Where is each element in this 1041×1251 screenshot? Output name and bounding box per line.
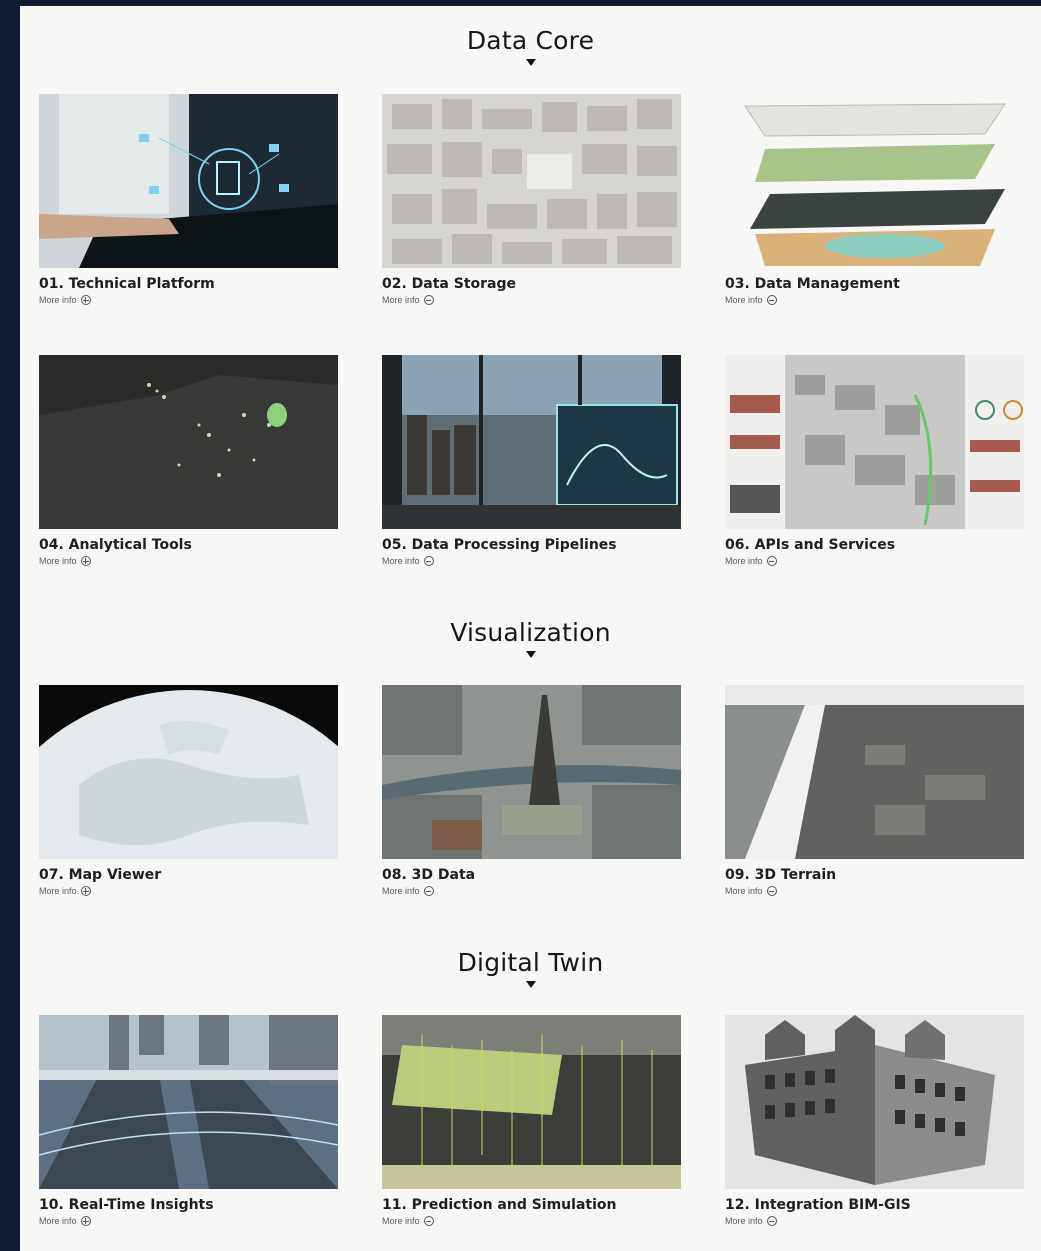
card-title[interactable]: 06. APIs and Services bbox=[725, 537, 1024, 553]
card-data-processing-pipelines[interactable]: 05. Data Processing Pipelines More info bbox=[382, 355, 681, 566]
card-apis-and-services[interactable]: 06. APIs and Services More info bbox=[725, 355, 1024, 566]
more-info-link[interactable]: More info bbox=[382, 886, 434, 896]
arrow-circle-icon bbox=[766, 886, 777, 896]
card-image[interactable] bbox=[39, 1015, 338, 1189]
more-info-label: More info bbox=[39, 886, 77, 896]
section-title-digital-twin: Digital Twin bbox=[457, 948, 604, 977]
chevron-down-icon bbox=[526, 59, 536, 66]
card-real-time-insights[interactable]: 10. Real-Time Insights More info bbox=[39, 1015, 338, 1226]
card-data-storage[interactable]: 02. Data Storage More info bbox=[382, 94, 681, 305]
card-image[interactable] bbox=[39, 685, 338, 859]
card-image[interactable] bbox=[382, 94, 681, 268]
more-info-link[interactable]: More info bbox=[39, 556, 91, 566]
card-image[interactable] bbox=[725, 1015, 1024, 1189]
chevron-down-icon bbox=[526, 651, 536, 658]
more-info-label: More info bbox=[39, 1216, 77, 1226]
plus-circle-icon bbox=[80, 556, 91, 566]
arrow-circle-icon bbox=[423, 1216, 434, 1226]
card-analytical-tools[interactable]: 04. Analytical Tools More info bbox=[39, 355, 338, 566]
card-image[interactable] bbox=[39, 355, 338, 529]
more-info-label: More info bbox=[725, 886, 763, 896]
more-info-link[interactable]: More info bbox=[725, 295, 777, 305]
card-3d-data[interactable]: 08. 3D Data More info bbox=[382, 685, 681, 896]
more-info-link[interactable]: More info bbox=[382, 1216, 434, 1226]
plus-circle-icon bbox=[80, 295, 91, 305]
more-info-label: More info bbox=[725, 1216, 763, 1226]
more-info-link[interactable]: More info bbox=[725, 1216, 777, 1226]
card-title[interactable]: 03. Data Management bbox=[725, 276, 1024, 292]
arrow-circle-icon bbox=[766, 556, 777, 566]
more-info-label: More info bbox=[382, 1216, 420, 1226]
more-info-label: More info bbox=[39, 295, 77, 305]
card-title[interactable]: 07. Map Viewer bbox=[39, 867, 338, 883]
card-title[interactable]: 04. Analytical Tools bbox=[39, 537, 338, 553]
card-image[interactable] bbox=[382, 685, 681, 859]
arrow-circle-icon bbox=[423, 556, 434, 566]
card-data-management[interactable]: 03. Data Management More info bbox=[725, 94, 1024, 305]
more-info-label: More info bbox=[382, 886, 420, 896]
card-title[interactable]: 09. 3D Terrain bbox=[725, 867, 1024, 883]
more-info-label: More info bbox=[39, 556, 77, 566]
card-title[interactable]: 02. Data Storage bbox=[382, 276, 681, 292]
card-image[interactable] bbox=[382, 1015, 681, 1189]
arrow-circle-icon bbox=[766, 1216, 777, 1226]
card-image[interactable] bbox=[725, 685, 1024, 859]
arrow-circle-icon bbox=[423, 886, 434, 896]
card-map-viewer[interactable]: 07. Map Viewer More info bbox=[39, 685, 338, 896]
card-title[interactable]: 08. 3D Data bbox=[382, 867, 681, 883]
card-title[interactable]: 05. Data Processing Pipelines bbox=[382, 537, 681, 553]
card-title[interactable]: 11. Prediction and Simulation bbox=[382, 1197, 681, 1213]
card-title[interactable]: 10. Real-Time Insights bbox=[39, 1197, 338, 1213]
more-info-label: More info bbox=[382, 556, 420, 566]
card-title[interactable]: 01. Technical Platform bbox=[39, 276, 338, 292]
more-info-link[interactable]: More info bbox=[725, 886, 777, 896]
section-title-visualization: Visualization bbox=[450, 618, 611, 647]
card-integration-bim-gis[interactable]: 12. Integration BIM-GIS More info bbox=[725, 1015, 1024, 1226]
more-info-link[interactable]: More info bbox=[39, 295, 91, 305]
card-image[interactable] bbox=[39, 94, 338, 268]
card-image[interactable] bbox=[725, 355, 1024, 529]
chevron-down-icon bbox=[526, 981, 536, 988]
card-image[interactable] bbox=[382, 355, 681, 529]
card-title[interactable]: 12. Integration BIM-GIS bbox=[725, 1197, 1024, 1213]
more-info-label: More info bbox=[725, 295, 763, 305]
plus-circle-icon bbox=[80, 1216, 91, 1226]
arrow-circle-icon bbox=[766, 295, 777, 305]
card-3d-terrain[interactable]: 09. 3D Terrain More info bbox=[725, 685, 1024, 896]
card-image[interactable] bbox=[725, 94, 1024, 268]
more-info-link[interactable]: More info bbox=[382, 295, 434, 305]
arrow-circle-icon bbox=[423, 295, 434, 305]
more-info-link[interactable]: More info bbox=[39, 886, 91, 896]
section-title-data-core: Data Core bbox=[466, 26, 595, 55]
more-info-label: More info bbox=[382, 295, 420, 305]
more-info-link[interactable]: More info bbox=[39, 1216, 91, 1226]
more-info-link[interactable]: More info bbox=[725, 556, 777, 566]
content-panel: Data Core 01. Technical Platform More in… bbox=[20, 6, 1041, 1251]
card-technical-platform[interactable]: 01. Technical Platform More info bbox=[39, 94, 338, 305]
more-info-link[interactable]: More info bbox=[382, 556, 434, 566]
card-prediction-and-simulation[interactable]: 11. Prediction and Simulation More info bbox=[382, 1015, 681, 1226]
more-info-label: More info bbox=[725, 556, 763, 566]
plus-circle-icon bbox=[80, 886, 91, 896]
